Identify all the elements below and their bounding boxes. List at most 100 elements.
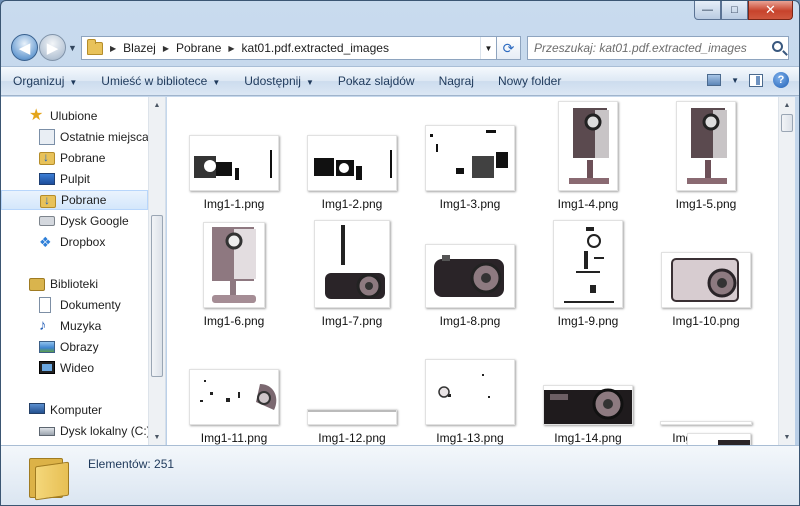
sidebar-header-computer[interactable]: Komputer xyxy=(1,400,148,420)
sidebar-scrollbar[interactable]: ▲ ▼ xyxy=(148,97,165,445)
chevron-right-icon[interactable]: ▶ xyxy=(228,44,234,53)
file-item[interactable]: Img1-5.png xyxy=(647,99,765,217)
address-row: ◀ ▶ ▼ ▶ Blazej ▶ Pobrane ▶ kat01.pdf.ext… xyxy=(7,31,793,63)
chevron-right-icon[interactable]: ▶ xyxy=(163,44,169,53)
forward-button[interactable]: ▶ xyxy=(39,34,66,61)
sidebar-item-video[interactable]: Wideo xyxy=(1,358,148,378)
scroll-down-icon[interactable]: ▼ xyxy=(149,429,165,445)
search-icon[interactable] xyxy=(772,41,783,52)
file-item[interactable]: Img1-12.png xyxy=(293,333,411,445)
change-view-icon[interactable] xyxy=(707,74,722,86)
thumbnail xyxy=(661,252,751,308)
sidebar-header-libraries[interactable]: Biblioteki xyxy=(1,274,148,294)
address-bar[interactable]: ▶ Blazej ▶ Pobrane ▶ kat01.pdf.extracted… xyxy=(81,36,521,60)
video-icon xyxy=(39,361,55,374)
organize-button[interactable]: Organizuj ▼ xyxy=(1,74,89,88)
recent-pages-dropdown[interactable]: ▼ xyxy=(68,43,77,53)
file-item[interactable]: Img1-2.png xyxy=(293,99,411,217)
sidebar-header-favorites[interactable]: ★ Ulubione xyxy=(1,106,148,126)
thumbnail xyxy=(425,125,515,191)
thumbnail xyxy=(307,135,397,191)
file-item[interactable]: Img1-8.png xyxy=(411,216,529,334)
file-item[interactable]: Img1-10.png xyxy=(647,216,765,334)
item-count: Elementów: 251 xyxy=(88,457,175,471)
back-button[interactable]: ◀ xyxy=(11,34,38,61)
thumbnail xyxy=(203,222,265,308)
preview-pane-icon[interactable] xyxy=(749,73,763,87)
breadcrumb-item[interactable]: Pobrane xyxy=(176,41,221,55)
chevron-down-icon[interactable]: ▼ xyxy=(731,76,739,85)
search-input[interactable]: Przeszukaj: kat01.pdf.extracted_images xyxy=(527,36,789,60)
arrow-right-icon: ▶ xyxy=(46,39,59,57)
close-button[interactable]: ✕ xyxy=(748,1,793,20)
file-list-scrollbar[interactable]: ▲ ▼ xyxy=(778,97,795,445)
burn-button[interactable]: Nagraj xyxy=(427,74,486,88)
file-item[interactable]: Img1-14.png xyxy=(529,333,647,445)
arrow-left-icon: ◀ xyxy=(18,39,31,57)
sidebar-item-google-drive[interactable]: Dysk Google xyxy=(1,211,148,231)
folder-icon xyxy=(87,38,103,55)
file-item[interactable]: Img1-11.png xyxy=(175,333,293,445)
documents-icon xyxy=(39,297,51,313)
sidebar-item-documents[interactable]: Dokumenty xyxy=(1,295,148,315)
scroll-up-icon[interactable]: ▲ xyxy=(149,97,165,113)
pictures-icon xyxy=(39,341,55,353)
maximize-button[interactable]: □ xyxy=(721,1,748,20)
thumbnail xyxy=(425,359,515,425)
file-item[interactable]: Img1-4.png xyxy=(529,99,647,217)
file-item[interactable]: Img1-7.png xyxy=(293,216,411,334)
thumbnail xyxy=(314,220,390,308)
chevron-right-icon[interactable]: ▶ xyxy=(110,44,116,53)
file-item[interactable]: Img1-13.png xyxy=(411,333,529,445)
google-drive-icon xyxy=(39,216,55,226)
file-thumbnail-partial[interactable] xyxy=(687,433,751,445)
sidebar-item-music[interactable]: ♪ Muzyka xyxy=(1,316,148,336)
chevron-down-icon: ▼ xyxy=(212,78,221,87)
sidebar-item-recent-places[interactable]: Ostatnie miejsca xyxy=(1,127,149,147)
file-item[interactable]: Img1-15.png xyxy=(647,333,765,445)
address-history-dropdown[interactable]: ▼ xyxy=(480,37,496,59)
libraries-icon xyxy=(29,278,45,291)
new-folder-button[interactable]: Nowy folder xyxy=(486,74,573,88)
scroll-up-icon[interactable]: ▲ xyxy=(779,97,795,113)
local-disk-icon xyxy=(39,427,55,436)
explorer-window: — □ ✕ ◀ ▶ ▼ ▶ Blazej ▶ Pobrane ▶ kat01.p… xyxy=(0,0,800,506)
details-pane: Elementów: 251 xyxy=(1,445,799,505)
thumbnail xyxy=(425,244,515,308)
star-icon: ★ xyxy=(29,107,44,124)
caption-buttons: — □ ✕ xyxy=(694,1,793,20)
breadcrumb-item[interactable]: Blazej xyxy=(123,41,156,55)
thumbnail xyxy=(558,101,618,191)
recent-places-icon xyxy=(39,129,55,145)
file-item[interactable]: Img1-1.png xyxy=(175,99,293,217)
file-item[interactable]: Img1-6.png xyxy=(175,216,293,334)
sidebar-item-downloads[interactable]: Pobrane xyxy=(1,148,148,168)
minimize-button[interactable]: — xyxy=(694,1,721,20)
folder-icon xyxy=(29,454,69,501)
include-in-library-button[interactable]: Umieść w bibliotece ▼ xyxy=(89,74,232,88)
sidebar-item-downloads-selected[interactable]: Pobrane xyxy=(1,190,148,210)
share-button[interactable]: Udostępnij ▼ xyxy=(232,74,326,88)
sidebar-item-local-disk[interactable]: Dysk lokalny (C:) xyxy=(1,421,151,441)
thumbnail xyxy=(189,369,279,425)
file-list: Img1-1.png Img1-2.png Img1-3.png Img1-4.… xyxy=(167,97,778,445)
scrollbar-thumb[interactable] xyxy=(781,114,793,132)
sidebar-item-desktop[interactable]: Pulpit xyxy=(1,169,148,189)
scrollbar-thumb[interactable] xyxy=(151,215,163,377)
file-item[interactable]: Img1-3.png xyxy=(411,99,529,217)
thumbnail xyxy=(660,421,752,425)
command-bar: Organizuj ▼ Umieść w bibliotece ▼ Udostępn… xyxy=(1,66,799,96)
sidebar-item-pictures[interactable]: Obrazy xyxy=(1,337,148,357)
help-button[interactable]: ? xyxy=(773,72,789,88)
scroll-down-icon[interactable]: ▼ xyxy=(779,429,795,445)
thumbnail xyxy=(543,385,633,425)
file-item[interactable]: Img1-9.png xyxy=(529,216,647,334)
refresh-button[interactable]: ⟳ xyxy=(496,37,520,59)
thumbnail xyxy=(553,220,623,308)
slideshow-button[interactable]: Pokaz slajdów xyxy=(326,74,427,88)
thumbnail xyxy=(676,101,736,191)
breadcrumb-item[interactable]: kat01.pdf.extracted_images xyxy=(242,41,389,55)
thumbnail xyxy=(307,409,397,425)
sidebar-item-dropbox[interactable]: ❖ Dropbox xyxy=(1,232,148,252)
chevron-down-icon: ▼ xyxy=(305,78,314,87)
